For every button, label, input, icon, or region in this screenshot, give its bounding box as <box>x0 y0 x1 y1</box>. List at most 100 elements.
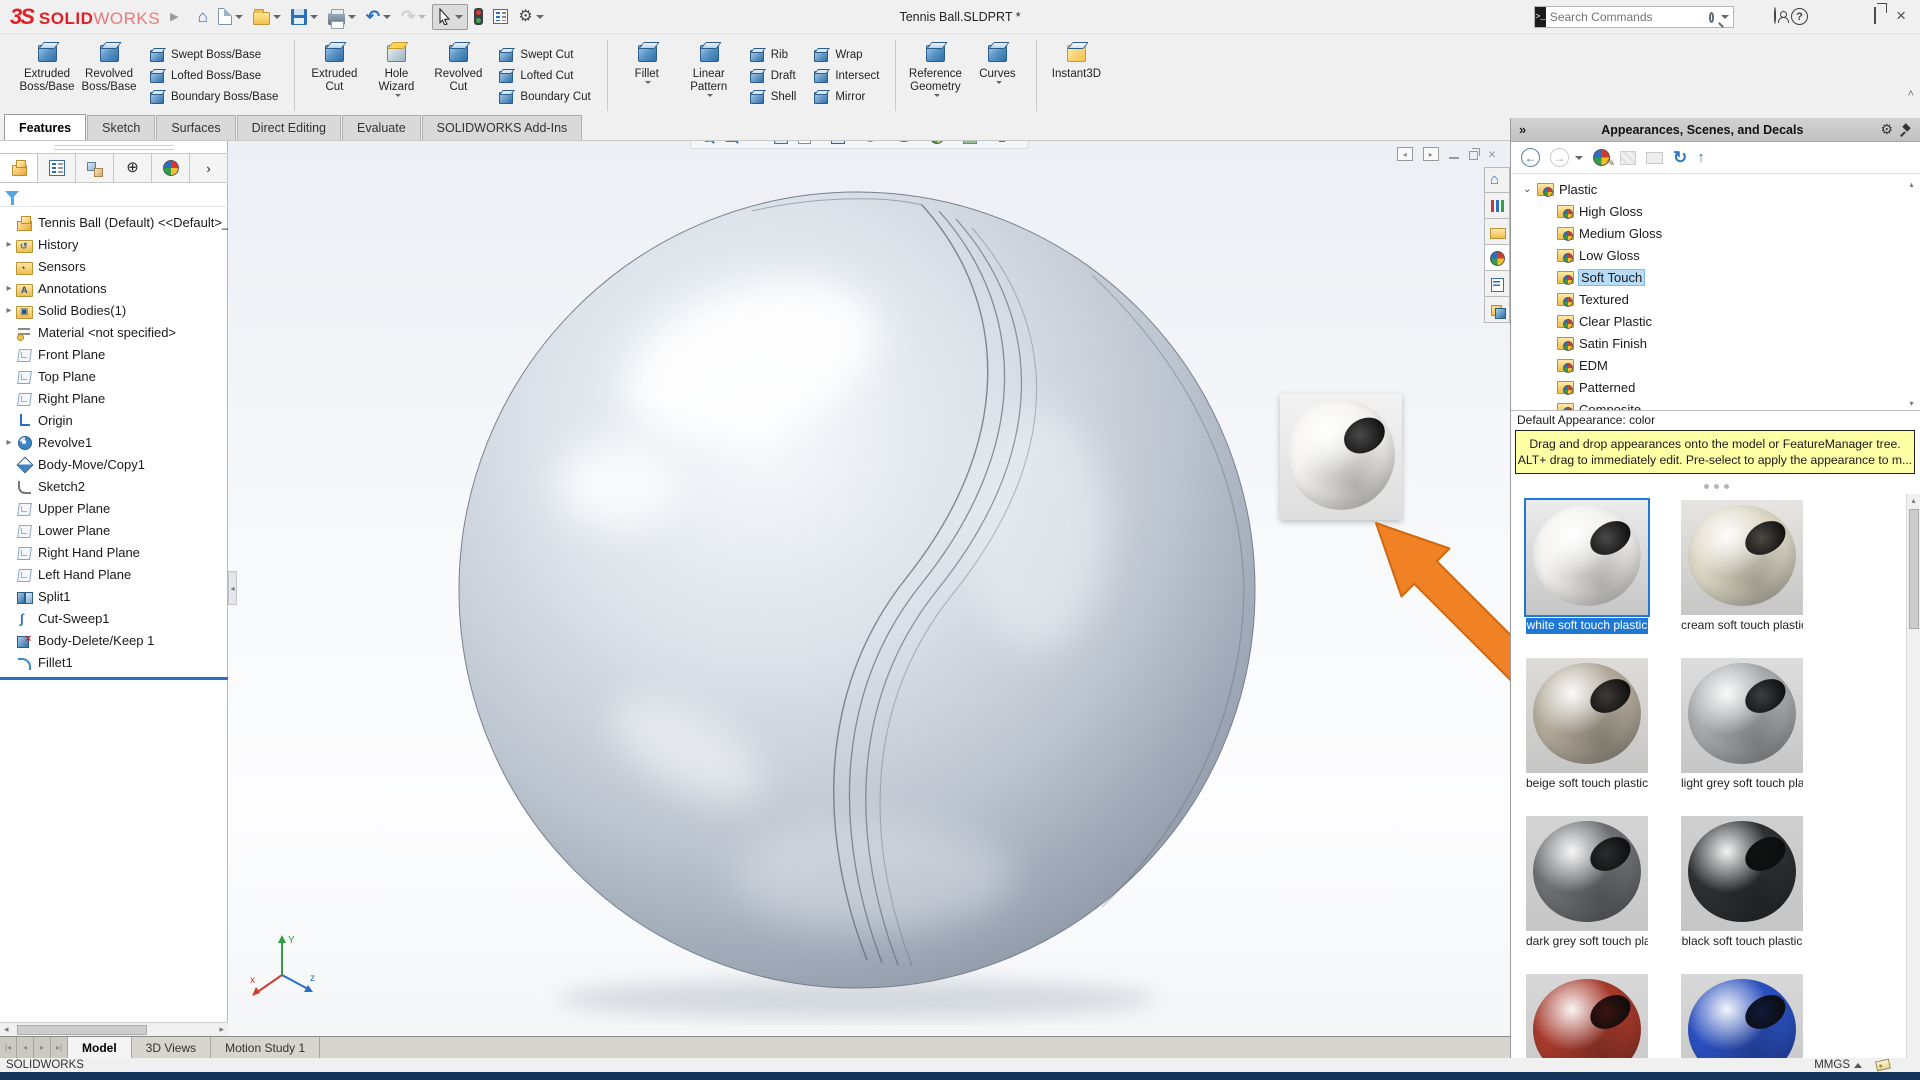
dropdown-arrow-icon[interactable] <box>418 15 426 19</box>
close-button[interactable]: × <box>1896 7 1906 24</box>
dropdown-arrow-icon[interactable] <box>395 94 401 97</box>
properties-button[interactable] <box>489 4 512 30</box>
tree-item-body-delete-keep-1[interactable]: Body-Delete/Keep 1 <box>0 629 228 651</box>
units-selector[interactable]: MMGS <box>1814 1059 1862 1071</box>
panel-tab-dimxpertmanager[interactable]: ⊕ <box>114 154 152 182</box>
refresh-icon[interactable]: ↻ <box>1673 149 1687 166</box>
dropdown-arrow-icon[interactable] <box>934 94 940 97</box>
hud-section-view-button[interactable] <box>769 141 791 146</box>
ribbon-button-hole-wizard[interactable]: Hole Wizard <box>365 38 427 113</box>
open-library-folder-icon[interactable] <box>1646 152 1663 164</box>
expand-arrow-icon[interactable]: ▸ <box>2 437 16 448</box>
tree-item-front-plane[interactable]: Front Plane <box>0 343 228 365</box>
forward-button[interactable]: → <box>1550 148 1569 167</box>
appearance-thumb-light-grey-soft-touch-plastic[interactable]: light grey soft touch plastic <box>1681 658 1803 792</box>
ribbon-button-reference-geometry[interactable]: Reference Geometry <box>904 38 966 113</box>
appearance-thumb-white-soft-touch-plastic[interactable]: white soft touch plastic <box>1526 500 1648 634</box>
appearance-thumb-partial[interactable] <box>1681 974 1803 1062</box>
task-pane-header[interactable]: » Appearances, Scenes, and Decals ⚙ <box>1511 118 1920 142</box>
panel-tab-propertymanager[interactable] <box>38 154 76 182</box>
dropdown-arrow-icon[interactable] <box>455 15 463 19</box>
graphics-viewport[interactable]: ◂ ▸ × ◂ <box>228 141 1510 1036</box>
tab-features[interactable]: Features <box>4 114 86 140</box>
appearance-thumb-cream-soft-touch-plastic[interactable]: cream soft touch plastic <box>1681 500 1803 634</box>
rollback-bar[interactable] <box>0 677 228 680</box>
tag-icon[interactable] <box>1875 1059 1891 1072</box>
tree-item-history[interactable]: ▸History <box>0 233 228 255</box>
tree-item-patterned[interactable]: Patterned <box>1511 376 1907 398</box>
ribbon-button-curves[interactable]: Curves <box>966 38 1028 113</box>
appearance-thumb-beige-soft-touch-plastic[interactable]: beige soft touch plastic <box>1526 658 1648 792</box>
feature-tree-filter[interactable] <box>0 183 228 207</box>
new-document-button[interactable] <box>214 4 247 30</box>
dropdown-arrow-icon[interactable] <box>383 15 391 19</box>
tree-item-right-hand-plane[interactable]: Right Hand Plane <box>0 541 228 563</box>
tree-item-body-move-copy1[interactable]: Body-Move/Copy1 <box>0 453 228 475</box>
pane-splitter[interactable] <box>1511 480 1920 492</box>
tree-item-tennis-ball-root[interactable]: Tennis Ball (Default) <<Default>_Displ <box>0 211 228 233</box>
dropdown-arrow-icon[interactable] <box>1721 15 1729 19</box>
tree-item-sensors[interactable]: Sensors <box>0 255 228 277</box>
tab-sketch[interactable]: Sketch <box>87 115 155 140</box>
dropdown-arrow-icon[interactable] <box>707 94 713 97</box>
ribbon-button-mirror[interactable]: Mirror <box>808 86 883 107</box>
expand-arrow-icon[interactable]: ▸ <box>2 283 16 294</box>
tree-item-textured[interactable]: Textured <box>1511 288 1907 310</box>
gear-icon[interactable]: ⚙ <box>1880 121 1893 138</box>
appearance-thumb-dark-grey-soft-touch-plastic[interactable]: dark grey soft touch plastic <box>1526 816 1648 950</box>
appearance-tree-root[interactable]: ⌄Plastic <box>1511 178 1907 200</box>
hud-edit-appearance-button[interactable] <box>925 141 956 146</box>
tree-item-split1[interactable]: Split1 <box>0 585 228 607</box>
tree-item-annotations[interactable]: ▸Annotations <box>0 277 228 299</box>
tree-item-sketch2[interactable]: Sketch2 <box>0 475 228 497</box>
tennis-ball-model[interactable] <box>452 185 1262 1025</box>
hud-zoom-to-fit-button[interactable] <box>697 141 719 146</box>
panel-splitter-handle[interactable]: ◂ <box>228 571 237 605</box>
taskpane-tab-appearances[interactable] <box>1484 245 1510 271</box>
ribbon-button-swept-cut[interactable]: Swept Cut <box>493 44 594 65</box>
tab-model[interactable]: Model <box>68 1037 132 1058</box>
scrollbar-thumb[interactable] <box>17 1025 147 1035</box>
ribbon-button-lofted-boss-base[interactable]: Lofted Boss/Base <box>144 65 282 86</box>
ribbon-button-intersect[interactable]: Intersect <box>808 65 883 86</box>
tree-item-composite[interactable]: Composite <box>1511 398 1907 410</box>
dock-right-icon[interactable]: ▸ <box>1423 147 1439 161</box>
dropdown-arrow-icon[interactable] <box>273 15 281 19</box>
panel-tabs-expand[interactable]: › <box>190 154 228 182</box>
ribbon-button-instant3d[interactable]: Instant3D <box>1045 38 1107 113</box>
dropdown-arrow-icon[interactable] <box>235 15 243 19</box>
panel-tab-displaymanager[interactable] <box>152 154 190 182</box>
tree-item-edm[interactable]: EDM <box>1511 354 1907 376</box>
undo-button[interactable]: ↶ <box>362 4 395 30</box>
scroll-up-icon[interactable]: ▴ <box>1911 494 1915 507</box>
tree-item-origin[interactable]: Origin <box>0 409 228 431</box>
ribbon-button-linear-pattern[interactable]: Linear Pattern <box>678 38 740 113</box>
tab-motion-study-1[interactable]: Motion Study 1 <box>211 1037 320 1058</box>
tree-item-upper-plane[interactable]: Upper Plane <box>0 497 228 519</box>
ribbon-collapse-icon[interactable]: ˄ <box>1908 88 1914 100</box>
tree-item-revolve1[interactable]: ▸Revolve1 <box>0 431 228 453</box>
taskpane-tab-design-library[interactable] <box>1484 193 1510 219</box>
tree-item-right-plane[interactable]: Right Plane <box>0 387 228 409</box>
ribbon-button-extruded-cut[interactable]: Extruded Cut <box>303 38 365 113</box>
ribbon-button-fillet[interactable]: Fillet <box>616 38 678 113</box>
tab-direct-editing[interactable]: Direct Editing <box>237 115 341 140</box>
expand-arrow-icon[interactable]: ▸ <box>2 239 16 250</box>
tree-item-low-gloss[interactable]: Low Gloss <box>1511 244 1907 266</box>
ribbon-button-revolved-cut[interactable]: Revolved Cut <box>427 38 489 113</box>
ribbon-button-draft[interactable]: Draft <box>744 65 801 86</box>
scroll-up-icon[interactable]: ▴ <box>1909 178 1913 191</box>
dropdown-arrow-icon[interactable] <box>348 15 356 19</box>
appearance-tree-scrollbar[interactable]: ▴ ▾ <box>1905 178 1918 410</box>
tree-item-clear-plastic[interactable]: Clear Plastic <box>1511 310 1907 332</box>
tab-scroll-prev-icon[interactable]: ◂ <box>17 1037 34 1058</box>
search-icon[interactable] <box>1709 12 1714 23</box>
tree-item-left-hand-plane[interactable]: Left Hand Plane <box>0 563 228 585</box>
thumbnails-scrollbar[interactable]: ▴ <box>1906 494 1920 1062</box>
restore-button[interactable] <box>1874 8 1876 23</box>
appearance-thumb-partial[interactable] <box>1526 974 1648 1062</box>
hud-view-settings-button[interactable] <box>991 141 1022 146</box>
options-button[interactable]: ⚙ <box>514 4 547 30</box>
tab-scroll-first-icon[interactable]: |◂ <box>0 1037 17 1058</box>
select-tool-button[interactable] <box>432 4 468 30</box>
